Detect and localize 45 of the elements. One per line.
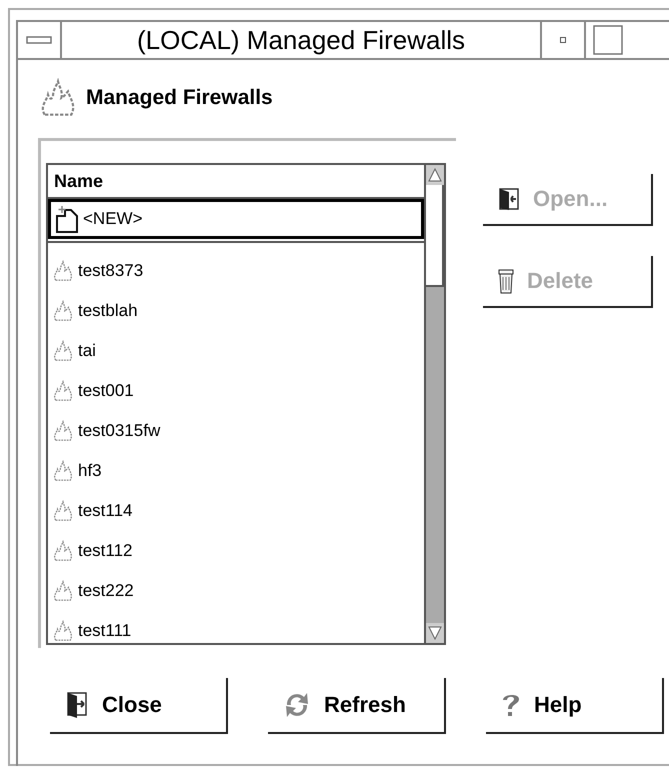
flame-icon [52,620,74,642]
new-document-icon [55,204,79,234]
list-item-label: test111 [78,621,132,641]
list-item-label: test0315fw [78,421,160,441]
minimize-icon [560,37,566,43]
list-item-label: test112 [78,541,133,561]
list-row[interactable]: test111 [48,611,424,643]
list-item-label: testblah [78,301,138,321]
list-item-label: <NEW> [83,209,143,229]
list-row[interactable]: test222 [48,571,424,611]
list-item-label: test222 [78,581,134,601]
flame-icon [52,540,74,562]
flame-icon [52,500,74,522]
list-row[interactable]: hf3 [48,451,424,491]
help-button[interactable]: Help [486,678,664,734]
panel-title: Managed Firewalls [86,86,273,110]
column-header[interactable]: Name [48,165,424,199]
door-icon [497,187,521,211]
list-row[interactable]: test001 [48,371,424,411]
flame-icon [52,460,74,482]
list-item-label: test8373 [78,261,144,281]
list-row[interactable]: <NEW> [48,199,424,239]
list-item-label: test114 [78,501,133,521]
flame-icon [52,340,74,362]
list-item-label: test001 [78,381,134,401]
flame-icon [52,260,74,282]
list-row[interactable]: test8373 [48,251,424,291]
flame-icon [52,580,74,602]
refresh-button[interactable]: Refresh [268,678,446,734]
flame-icon [52,300,74,322]
list-row[interactable]: tai [48,331,424,371]
list-row[interactable]: test114 [48,491,424,531]
flame-icon [52,420,74,442]
maximize-icon [593,25,623,55]
list-row[interactable]: test0315fw [48,411,424,451]
list-row[interactable]: test112 [48,531,424,571]
list-item-label: tai [78,341,96,361]
list-row[interactable]: testblah [48,291,424,331]
close-button[interactable]: Close [50,678,228,734]
list-item-label: hf3 [78,461,102,481]
flame-icon [52,380,74,402]
scroll-thumb[interactable] [426,185,444,287]
menu-icon [26,36,52,44]
scrollbar[interactable] [424,163,446,645]
trash-icon [497,268,515,294]
